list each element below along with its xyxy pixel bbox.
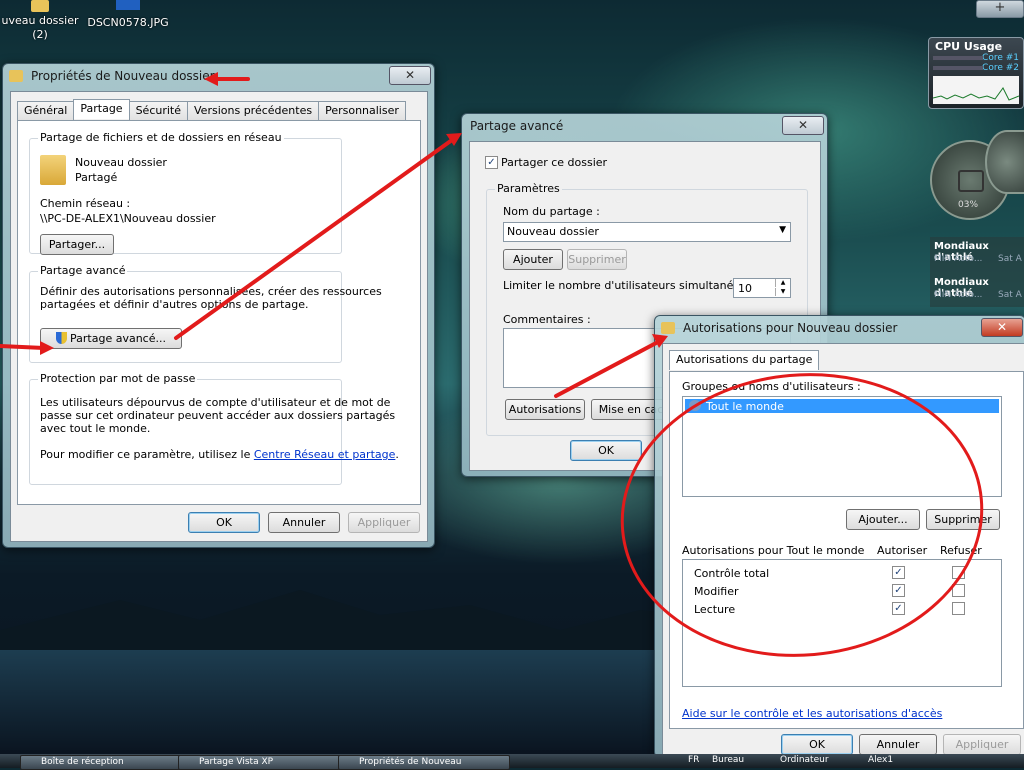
language-indicator[interactable]: FR: [688, 755, 699, 765]
annotation-overlay: [0, 72, 984, 657]
annotation-arrowhead: [40, 341, 54, 355]
tray-ordinateur[interactable]: Ordinateur: [780, 755, 829, 765]
annotation-arrow-to-advanced-window: [174, 138, 454, 340]
taskbar: Boîte de réception Partage Vista XP Prop…: [0, 754, 1024, 770]
annotation-arrow-advanced-button: [0, 344, 46, 350]
tray-bureau[interactable]: Bureau: [712, 755, 744, 765]
tray-user[interactable]: Alex1: [868, 755, 893, 765]
annotation-circle: [620, 373, 984, 657]
annotation-arrow-to-permissions-window: [554, 340, 660, 398]
annotation-arrowhead: [204, 72, 218, 86]
